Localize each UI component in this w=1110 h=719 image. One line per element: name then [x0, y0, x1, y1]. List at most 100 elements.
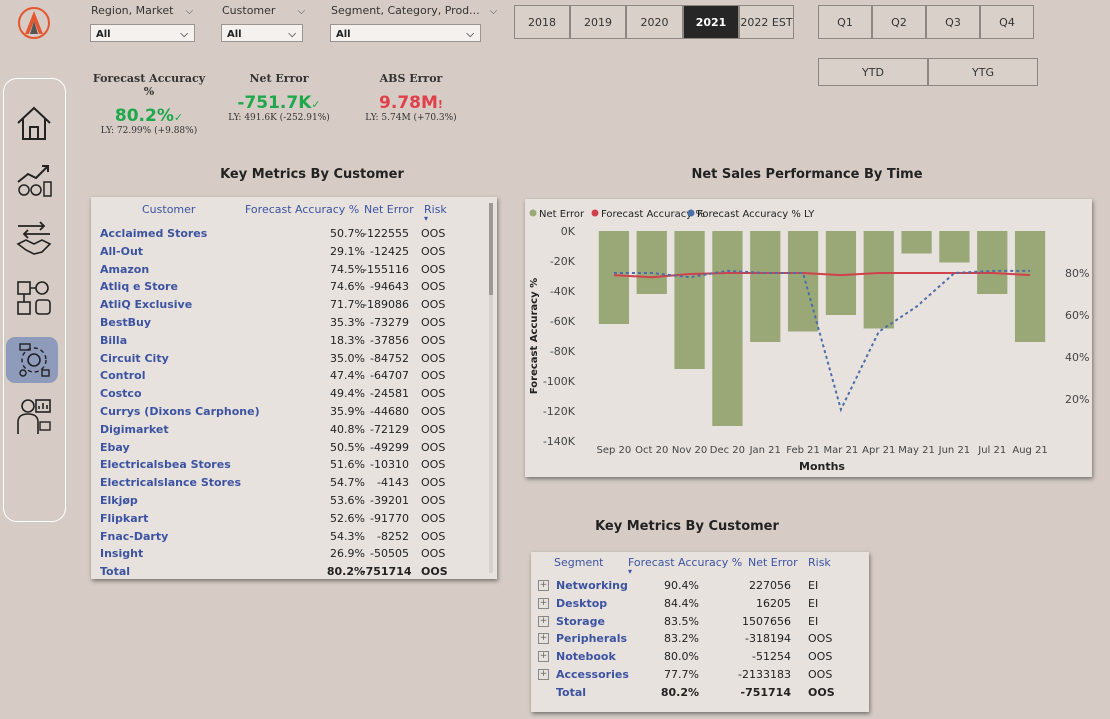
column-header[interactable]: Forecast Accuracy % [245, 203, 359, 216]
segment-table-title: Key Metrics By Customer [595, 519, 779, 534]
table-cell: OOS [421, 280, 446, 294]
y-tick-label: -20K [550, 255, 576, 268]
table-cell: OOS [808, 668, 833, 681]
segment-name[interactable]: Notebook [556, 650, 636, 663]
expand-icon[interactable]: + [538, 580, 549, 591]
customer-name[interactable]: Insight [100, 547, 250, 560]
total-cell[interactable]: Total [100, 565, 250, 578]
table-cell: OOS [421, 262, 446, 276]
quarter-button-q2[interactable]: Q2 [872, 5, 926, 39]
segment-name[interactable]: Storage [556, 615, 636, 628]
column-header[interactable]: Forecast Accuracy % [628, 556, 742, 569]
customer-name[interactable]: Electricalslance Stores [100, 476, 250, 489]
customer-name[interactable]: Ebay [100, 441, 250, 454]
table-cell: 83.5% [664, 614, 699, 628]
total-cell: 80.2% [326, 565, 365, 579]
table-cell: OOS [421, 244, 446, 258]
analyst-icon[interactable] [14, 396, 54, 436]
x-tick-label: Mar 21 [824, 445, 859, 456]
table-cell: OOS [421, 316, 446, 329]
quarter-button-q1[interactable]: Q1 [818, 5, 872, 39]
expand-icon[interactable]: + [538, 633, 549, 645]
table-cell: -37856 [370, 333, 409, 347]
customer-name[interactable]: Digimarket [100, 423, 250, 436]
handshake-icon[interactable] [14, 218, 54, 258]
segment-name[interactable]: Networking [556, 579, 636, 592]
home-icon[interactable] [14, 103, 54, 143]
table-cell: 1507656 [742, 614, 791, 628]
y-tick-label: -60K [550, 315, 576, 328]
customer-name[interactable]: Circuit City [100, 352, 250, 365]
year-button-2018[interactable]: 2018 [514, 5, 570, 39]
kpi-ly: LY: 72.99% (+9.88%) [100, 126, 198, 136]
table-cell: 74.6% [330, 280, 365, 294]
segment-name[interactable]: Peripherals [556, 632, 636, 645]
table-cell: 54.3% [330, 529, 365, 543]
column-header[interactable]: Risk [808, 556, 831, 569]
customer-name[interactable]: BestBuy [100, 316, 250, 329]
scrollbar[interactable] [489, 203, 493, 573]
column-header[interactable]: Segment [554, 556, 604, 569]
expand-icon[interactable]: + [538, 669, 549, 680]
quarter-button-q3[interactable]: Q3 [926, 5, 980, 39]
total-cell[interactable]: Total [556, 686, 636, 699]
customer-name[interactable]: Elkjøp [100, 494, 250, 507]
kpi-value: 9.78M! [379, 93, 443, 113]
bar-net-error [787, 231, 819, 332]
customer-name[interactable]: Acclaimed Stores [100, 227, 250, 240]
kpi-net-error: Net Error -751.7K✓ LY: 491.6K (-252.91%) [220, 72, 338, 123]
column-header[interactable]: Customer [142, 203, 195, 216]
customer-name[interactable]: Billa [100, 334, 250, 347]
table-cell: 35.0% [330, 351, 365, 365]
customer-name[interactable]: Atliq e Store [100, 280, 250, 293]
table-cell: -94643 [370, 280, 409, 294]
year-button-2022-est[interactable]: 2022 EST [739, 5, 794, 39]
table-cell: -49299 [370, 440, 409, 454]
table-cell: 26.9% [330, 547, 365, 561]
table-cell: 90.4% [664, 579, 699, 592]
table-cell: -51254 [752, 650, 791, 664]
year-button-2019[interactable]: 2019 [570, 5, 626, 39]
year-button-2021[interactable]: 2021 [683, 5, 739, 39]
expand-icon[interactable]: + [538, 615, 549, 627]
sales-growth-icon[interactable] [14, 160, 54, 200]
period-button-ytd[interactable]: YTD [818, 58, 928, 86]
sort-arrow-icon: ▾ [424, 214, 429, 223]
table-cell: -189086 [363, 298, 409, 312]
table-cell: 80.0% [664, 650, 699, 664]
slicer-customer-dropdown[interactable]: All ⌵ [221, 24, 303, 42]
year-button-2020[interactable]: 2020 [626, 5, 683, 39]
y-tick-label: -140K [543, 435, 576, 448]
kpi-abs-error: ABS Error 9.78M! LY: 5.74M (+70.3%) [352, 72, 470, 123]
supply-chain-icon[interactable] [14, 278, 54, 318]
x-tick-label: Jun 21 [938, 445, 971, 456]
customer-name[interactable]: Fnac-Darty [100, 530, 250, 543]
customer-name[interactable]: Costco [100, 387, 250, 400]
slicer-segment-dropdown[interactable]: All ⌵ [330, 24, 481, 42]
customer-name[interactable]: Flipkart [100, 512, 250, 525]
slicer-region-dropdown[interactable]: All ⌵ [90, 24, 195, 42]
expand-icon[interactable]: + [538, 651, 549, 663]
customer-name[interactable]: Currys (Dixons Carphone) [100, 405, 260, 418]
atliq-logo [18, 7, 50, 39]
table-cell: 40.8% [330, 422, 365, 436]
expand-icon[interactable]: + [538, 597, 549, 609]
x-tick-label: Aug 21 [1012, 445, 1047, 456]
kpi-title: Forecast Accuracy % [92, 72, 206, 98]
column-header[interactable]: Net Error [748, 556, 798, 569]
customer-name[interactable]: Control [100, 369, 250, 382]
customer-name[interactable]: All-Out [100, 245, 250, 258]
period-button-ytg[interactable]: YTG [928, 58, 1038, 86]
customer-name[interactable]: AtliQ Exclusive [100, 298, 250, 311]
y-tick-label: -100K [543, 375, 576, 388]
bar-net-error [901, 231, 932, 254]
quarter-button-q4[interactable]: Q4 [980, 5, 1034, 39]
segment-name[interactable]: Accessories [556, 668, 636, 681]
table-cell: 227056 [749, 579, 791, 592]
segment-name[interactable]: Desktop [556, 597, 636, 610]
column-header[interactable]: Net Error [364, 203, 414, 216]
scroll-thumb[interactable] [489, 203, 493, 295]
customer-name[interactable]: Electricalsbea Stores [100, 458, 250, 471]
forecast-gear-icon[interactable] [14, 340, 54, 380]
customer-name[interactable]: Amazon [100, 263, 250, 276]
